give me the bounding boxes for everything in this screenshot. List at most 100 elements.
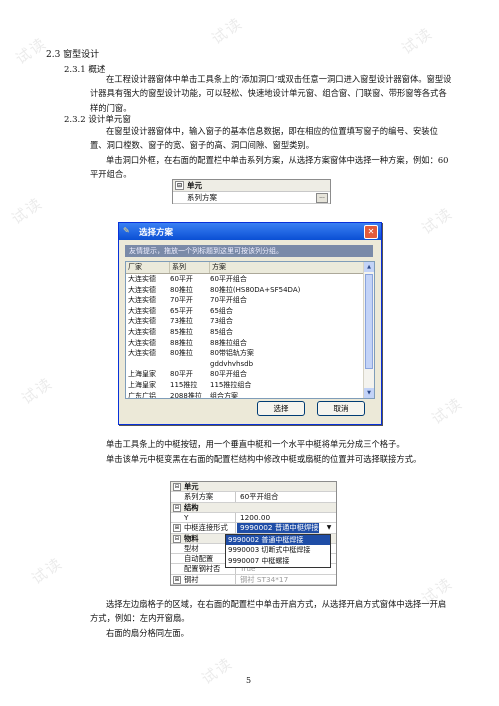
cell-series: 65平开	[170, 306, 193, 315]
paragraph: 右面的扇分格同左面。	[106, 628, 189, 638]
property-row-series-scheme[interactable]: 系列方案 ...	[173, 192, 330, 204]
dialog-title: 选择方案	[139, 228, 174, 238]
property-group[interactable]: ⊟ 单元	[171, 482, 336, 493]
paragraph: 单击工具条上的中梃按钮，用一个垂直中梃和一个水平中梃将单元分成三个格子。	[106, 439, 405, 449]
table-row[interactable]: 上海皇家 80平开 80平开组合	[126, 369, 374, 380]
property-label: 配置钢衬否	[184, 564, 221, 574]
table-row[interactable]: 大连实德 73推拉 73组合	[126, 316, 374, 327]
scrollbar-thumb[interactable]	[365, 274, 373, 369]
cell-scheme: 65组合	[210, 306, 233, 315]
select-scheme-dialog: ✎ 选择方案 ✕ 友情提示，拖放一个列标题到这里可按该列分组。 厂家 系列 方案…	[118, 222, 382, 425]
cell-series: 115推拉	[170, 380, 198, 389]
cell-vendor: 大连实德	[128, 306, 156, 315]
collapse-icon[interactable]: ⊟	[173, 534, 181, 543]
watermark: 试读	[28, 553, 67, 589]
property-value[interactable]: 60平开组合	[237, 492, 278, 502]
property-label: 自动配置	[184, 554, 214, 564]
cell-scheme: 60平开组合	[210, 275, 247, 283]
table-row[interactable]: 大连实德 80推拉 80推拉(HS80DA+SF54DA)	[126, 285, 374, 296]
cell-vendor: 大连实德	[128, 275, 156, 283]
dropdown-option[interactable]: 9990003 切断式中梃焊接	[226, 545, 330, 555]
paragraph: 选择左边扇格子的区域，在右面的配置栏中单击开启方式，从选择开启方式窗体中选择一开…	[90, 599, 447, 624]
cell-vendor: 大连实德	[128, 327, 156, 336]
close-icon[interactable]: ✕	[364, 225, 378, 239]
cell-series: 73推拉	[170, 317, 193, 326]
chevron-down-icon[interactable]: ▼	[325, 524, 333, 531]
property-label: 钢衬	[184, 574, 199, 584]
scroll-up-icon[interactable]: ▲	[364, 262, 374, 272]
cell-vendor: 大连实德	[128, 349, 156, 358]
expand-icon[interactable]: ⊞	[173, 524, 181, 533]
cell-vendor: 上海皇家	[128, 380, 156, 389]
scroll-down-icon[interactable]: ▼	[364, 388, 374, 398]
cell-scheme: 115推拉组合	[210, 380, 252, 389]
property-grid-series: ⊟ 单元 系列方案 ...	[172, 179, 331, 204]
table-row[interactable]: 大连实德 85推拉 85组合	[126, 327, 374, 338]
table-header: 厂家 系列 方案	[126, 262, 374, 274]
cell-scheme: 80推拉(HS80DA+SF54DA)	[210, 285, 301, 294]
cancel-button[interactable]: 取消	[317, 401, 365, 416]
page-number: 5	[246, 676, 252, 685]
paragraph: 单击洞口外框，在右面的配置栏中单击系列方案，从选择方案窗体中选择一种方案，例如：…	[90, 155, 449, 180]
table-row[interactable]: 大连实德 88推拉 88推拉组合	[126, 338, 374, 349]
cell-vendor: 大连实德	[128, 338, 156, 347]
column-header-vendor[interactable]: 厂家	[126, 262, 170, 273]
property-row[interactable]: Y 1200.00	[171, 512, 336, 524]
property-grid-structure: ⊟ 单元 系列方案 60平开组合 ⊟ 结构 Y 1200.00 ⊞ 中梃连接形式 9990002 普…	[170, 481, 337, 586]
table-row[interactable]: 大连实德 60平开 60平开组合	[126, 274, 374, 285]
collapse-icon[interactable]: ⊟	[173, 483, 181, 491]
cell-vendor: 大连实德	[128, 296, 156, 305]
cell-scheme: 85组合	[210, 327, 233, 336]
column-header-scheme[interactable]: 方案	[210, 262, 364, 273]
dropdown-option[interactable]: 9990007 中梃螺接	[226, 556, 330, 566]
group-by-hint[interactable]: 友情提示，拖放一个列标题到这里可按该列分组。	[125, 245, 373, 257]
table-row[interactable]: 大连实德 80推拉 80带铝轨方案	[126, 348, 374, 359]
cell-series: 80推拉	[170, 349, 193, 358]
property-group-unit[interactable]: ⊟ 单元	[173, 180, 330, 192]
property-label: 中梃连接形式	[184, 523, 228, 533]
cell-series: 80平开	[170, 370, 193, 379]
property-row[interactable]: ⊞ 钢衬 钢衬 ST34*17	[171, 574, 336, 586]
property-value[interactable]: 9990002 普通中梃焊接	[237, 523, 319, 534]
column-header-series[interactable]: 系列	[170, 262, 210, 273]
watermark: 试读	[208, 13, 247, 49]
dialog-title-bar[interactable]: ✎ 选择方案 ✕	[119, 223, 381, 240]
vertical-scrollbar[interactable]: ▲ ▼	[363, 262, 374, 398]
table-row[interactable]: 上海皇家 115推拉 115推拉组合	[126, 380, 374, 391]
table-row[interactable]: gddvhvhsdb	[126, 359, 374, 370]
cell-scheme: gddvhvhsdb	[210, 359, 254, 368]
cell-scheme: 73组合	[210, 317, 233, 326]
property-value[interactable]: 1200.00	[237, 513, 270, 523]
property-label: 单元	[184, 482, 199, 491]
table-row[interactable]: 广东广铝 2088推拉 组合方案	[126, 391, 374, 398]
app-icon: ✎	[123, 226, 130, 235]
document-page: 试读 试读 试读 试读 试读 试读 试读 试读 试读 试读 2.3 窗型设计 2…	[0, 0, 499, 706]
property-value[interactable]: 钢衬 ST34*17	[237, 575, 288, 585]
watermark: 试读	[428, 393, 467, 429]
property-row[interactable]: 系列方案 60平开组合	[171, 492, 336, 503]
watermark: 试读	[198, 653, 237, 689]
cell-scheme: 80平开组合	[210, 370, 247, 379]
cell-series: 80推拉	[170, 285, 193, 294]
cell-series: 85推拉	[170, 327, 193, 336]
collapse-icon[interactable]: ⊟	[173, 503, 181, 512]
table-row[interactable]: 大连实德 65平开 65组合	[126, 306, 374, 317]
paragraph: 在工程设计器窗体中单击工具条上的‘添加洞口’或双击任意一洞口进入窗型设计器窗体。…	[90, 74, 452, 113]
expand-icon[interactable]: ⊞	[173, 575, 181, 584]
property-row[interactable]: ⊞ 中梃连接形式 9990002 普通中梃焊接 ▼	[171, 523, 336, 534]
scheme-table: 厂家 系列 方案 大连实德 60平开 60平开组合 大连实德 80推拉 80推拉(HS80…	[125, 261, 375, 399]
group-label: 单元	[187, 181, 202, 190]
select-button[interactable]: 选择	[257, 401, 305, 416]
ellipsis-button[interactable]: ...	[316, 193, 328, 203]
property-label: 系列方案	[187, 193, 217, 202]
property-group[interactable]: ⊟ 结构	[171, 502, 336, 513]
property-label: 型材	[184, 543, 199, 553]
cell-vendor: 大连实德	[128, 285, 156, 294]
cell-scheme: 80带铝轨方案	[210, 349, 254, 358]
property-label: Y	[184, 512, 189, 522]
section-heading: 2.3 窗型设计	[46, 50, 100, 60]
table-row[interactable]: 大连实德 70平开 70平开组合	[126, 295, 374, 306]
collapse-icon[interactable]: ⊟	[175, 181, 184, 190]
dropdown-option[interactable]: 9990002 普通中梃焊接	[226, 535, 330, 546]
mullion-connection-dropdown[interactable]: 9990002 普通中梃焊接 9990003 切断式中梃焊接 9990007 中…	[225, 534, 331, 568]
